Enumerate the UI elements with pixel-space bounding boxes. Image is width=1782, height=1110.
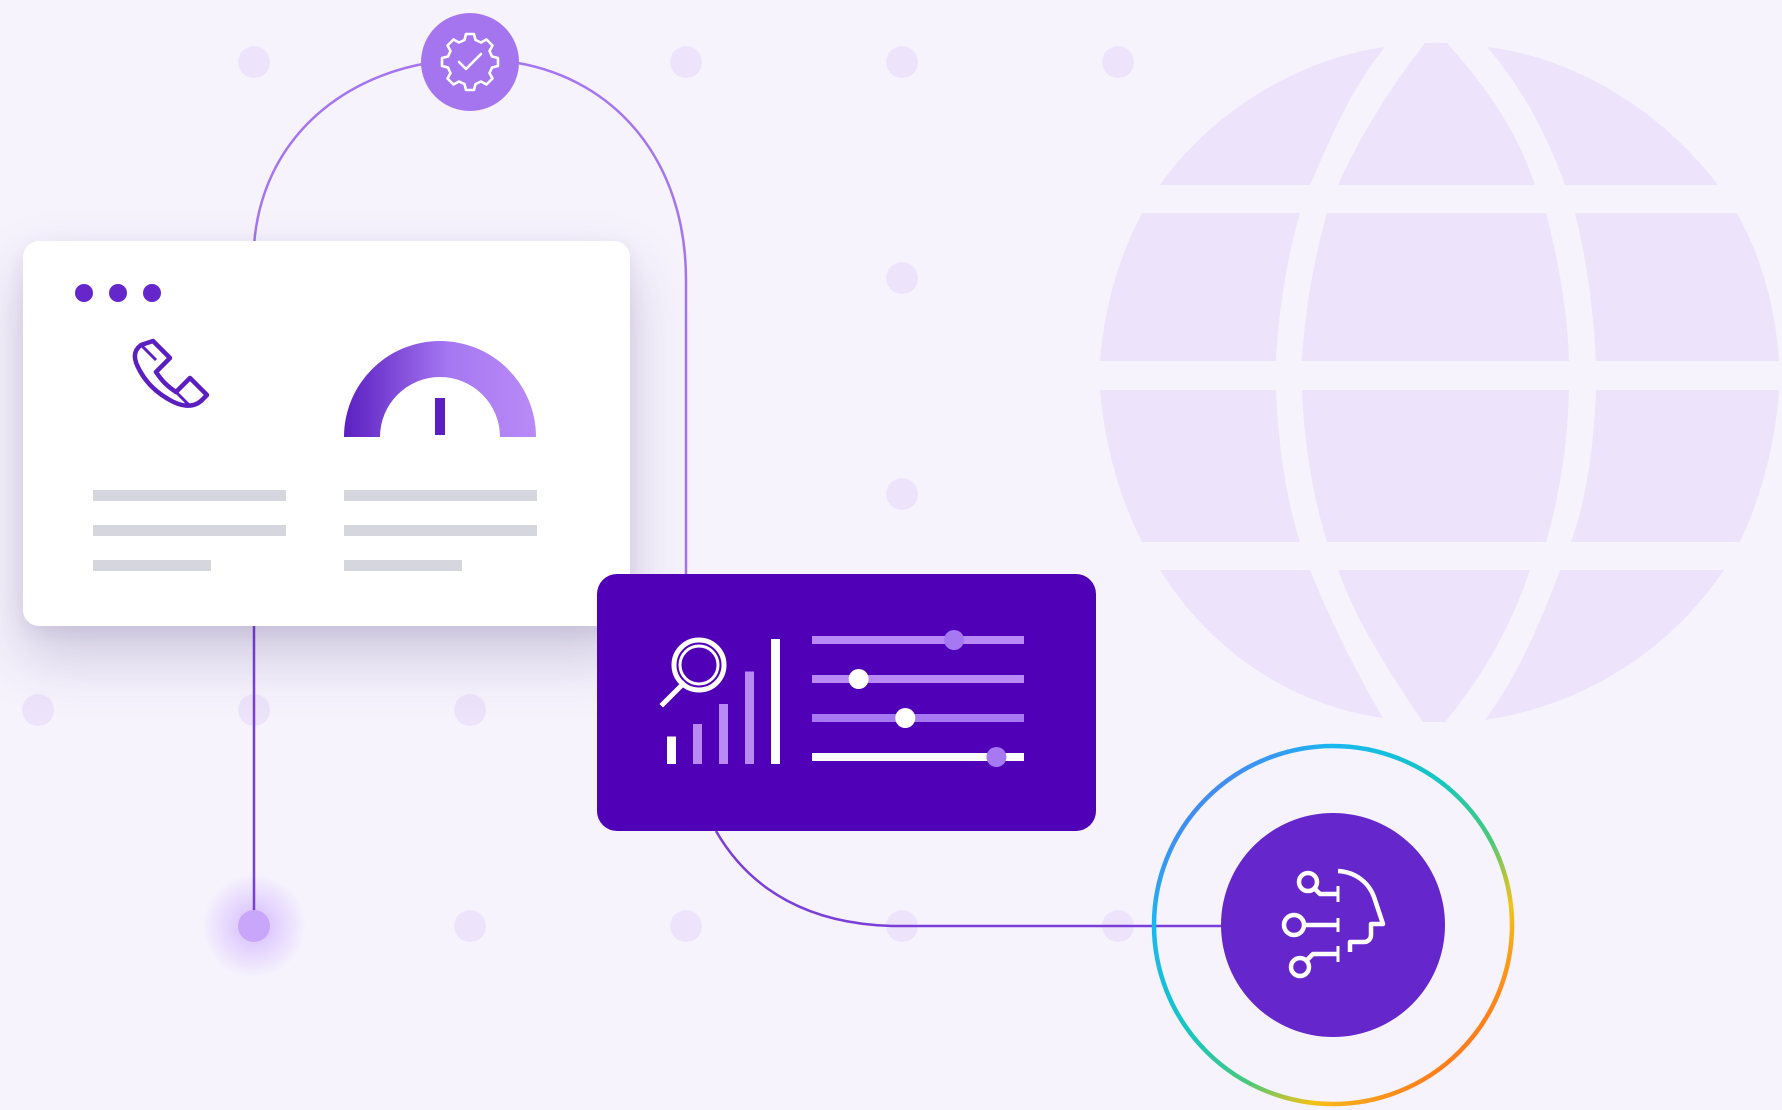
- ai-node[interactable]: [1148, 740, 1518, 1110]
- slider-track: [812, 636, 1024, 644]
- timeline-node[interactable]: [238, 910, 270, 942]
- magnifier-icon: [659, 637, 727, 708]
- settings-node[interactable]: [421, 13, 519, 111]
- slider-knob[interactable]: [986, 747, 1007, 767]
- bar-chart-bar: [719, 704, 728, 764]
- slider-track: [812, 714, 1024, 722]
- analytics-panel-card: [597, 574, 1096, 831]
- slider-track: [812, 675, 1024, 683]
- bar-chart-bar: [745, 671, 754, 764]
- phone-icon: [132, 338, 210, 409]
- slider-knob[interactable]: [848, 669, 869, 689]
- slider-knob[interactable]: [895, 708, 916, 728]
- sliders-icon: [812, 630, 1024, 767]
- skeleton-text-right: [344, 490, 537, 571]
- connector-bottom-curve: [714, 830, 1222, 928]
- browser-window-card: [23, 241, 630, 626]
- speedometer-gauge-icon: [344, 341, 536, 437]
- browser-content: [93, 338, 537, 571]
- skeleton-text-left: [93, 490, 286, 571]
- magnifier-lens: [678, 644, 720, 686]
- bar-chart-bar: [771, 639, 780, 764]
- bar-chart-bar: [667, 736, 676, 764]
- analytics-content: [659, 630, 1024, 767]
- slider-knob[interactable]: [944, 630, 965, 650]
- bar-chart-bar: [693, 724, 702, 764]
